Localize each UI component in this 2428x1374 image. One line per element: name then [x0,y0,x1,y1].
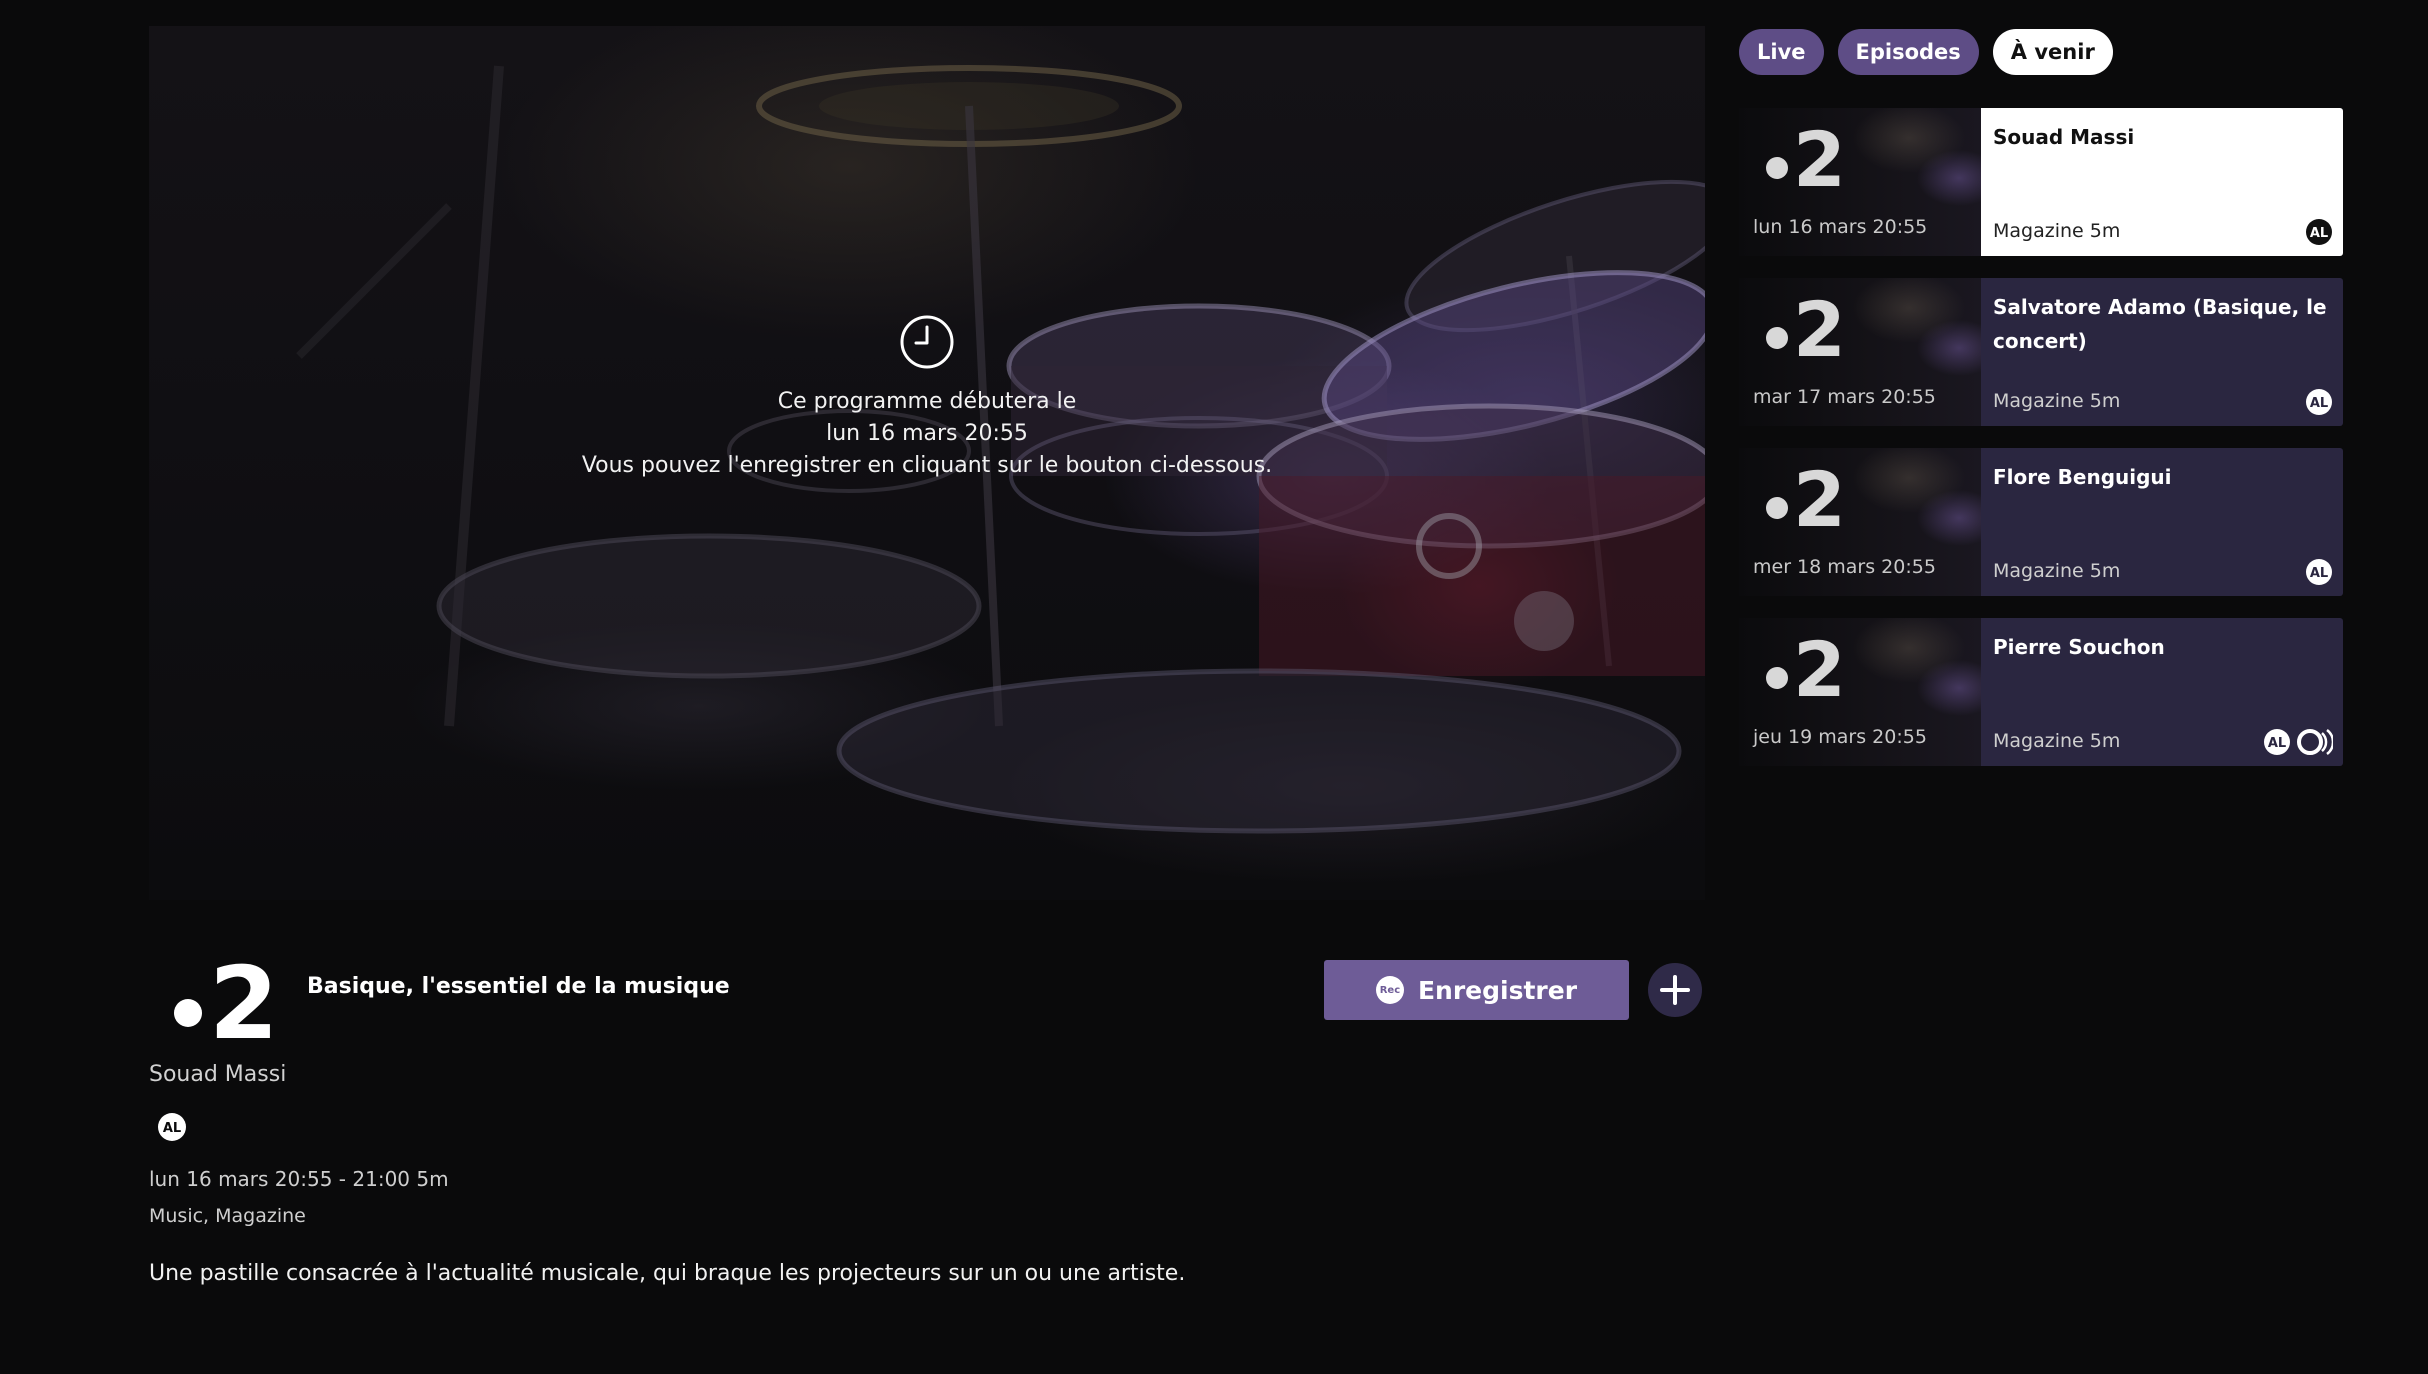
upcoming-card-pierre-souchon[interactable]: 2 jeu 19 mars 20:55 Pierre Souchon Magaz… [1739,618,2343,766]
card-badges: AL [2305,388,2333,416]
card-meta: Magazine 5m [1993,730,2121,752]
card-meta: Magazine 5m [1993,560,2121,582]
overlay-start-date: lun 16 mars 20:55 [826,421,1028,446]
svg-text:2: 2 [1793,118,1846,198]
svg-text:2: 2 [209,948,279,1048]
record-button-label: Enregistrer [1417,975,1578,1005]
card-info: Souad Massi Magazine 5m AL [1981,108,2343,256]
al-rating-icon: AL [158,1113,186,1141]
card-meta: Magazine 5m [1993,220,2121,242]
card-badges: AL [2263,728,2333,756]
card-thumbnail: 2 mer 18 mars 20:55 [1739,448,1981,596]
card-thumbnail: 2 mar 17 mars 20:55 [1739,278,1981,426]
record-button[interactable]: Rec Enregistrer [1324,960,1629,1020]
overlay-intro-text: Ce programme débutera le [777,389,1077,414]
card-thumbnail: 2 jeu 19 mars 20:55 [1739,618,1981,766]
video-player[interactable]: Ce programme débutera le lun 16 mars 20:… [149,26,1705,900]
page: Ce programme débutera le lun 16 mars 20:… [0,0,2428,1374]
episode-name: Souad Massi [149,1062,287,1087]
svg-text:AL: AL [2268,736,2286,751]
card-thumbnail: 2 lun 16 mars 20:55 [1739,108,1981,256]
overlay-record-hint: Vous pouvez l'enregistrer en cliquant su… [581,453,1273,478]
upcoming-list: 2 lun 16 mars 20:55 Souad Massi Magazine… [1739,108,2343,788]
upcoming-card-flore-benguigui[interactable]: 2 mer 18 mars 20:55 Flore Benguigui Maga… [1739,448,2343,596]
svg-text:2: 2 [1793,288,1846,368]
france-2-logo: 2 [1766,118,1846,198]
al-rating-icon: AL [2306,219,2332,245]
card-info: Flore Benguigui Magazine 5m AL [1981,448,2343,596]
tab-episodes[interactable]: Episodes [1837,29,1979,75]
card-info: Pierre Souchon Magazine 5m AL [1981,618,2343,766]
card-title: Souad Massi [1993,125,2135,149]
al-rating-icon: AL [2264,729,2290,755]
schedule-overlay: Ce programme débutera le lun 16 mars 20:… [149,26,1705,900]
al-rating-icon: AL [2306,389,2332,415]
tab-live[interactable]: Live [1739,29,1824,75]
al-rating-icon: AL [2306,559,2332,585]
card-date: mar 17 mars 20:55 [1753,386,1936,408]
program-genres: Music, Magazine [149,1205,306,1227]
svg-text:AL: AL [163,1121,181,1136]
program-description: Une pastille consacrée à l'actualité mus… [149,1261,1186,1286]
audio-description-icon [2297,729,2333,755]
card-info: Salvatore Adamo (Basique, le concert) Ma… [1981,278,2343,426]
upcoming-card-souad-massi[interactable]: 2 lun 16 mars 20:55 Souad Massi Magazine… [1739,108,2343,256]
rec-icon: Rec [1375,976,1404,1004]
svg-text:2: 2 [1793,458,1846,538]
svg-text:AL: AL [2310,566,2328,581]
france-2-channel-logo: 2 [174,948,279,1048]
card-date: lun 16 mars 20:55 [1753,216,1928,238]
svg-text:2: 2 [1793,628,1846,708]
svg-text:AL: AL [2310,226,2328,241]
card-title: Salvatore Adamo (Basique, le concert) [1993,295,2327,353]
card-meta: Magazine 5m [1993,390,2121,412]
tab-bar: Live Episodes À venir [1739,29,2113,75]
france-2-logo: 2 [1766,458,1846,538]
card-badges: AL [2305,218,2333,246]
card-badges: AL [2305,558,2333,586]
card-date: mer 18 mars 20:55 [1753,556,1936,578]
france-2-logo: 2 [1766,628,1846,708]
upcoming-card-salvatore-adamo[interactable]: 2 mar 17 mars 20:55 Salvatore Adamo (Bas… [1739,278,2343,426]
card-title: Pierre Souchon [1993,635,2165,659]
france-2-logo: 2 [1766,288,1846,368]
card-title: Flore Benguigui [1993,465,2172,489]
show-title: Basique, l'essentiel de la musique [307,974,730,999]
plus-icon [1660,975,1690,1005]
card-date: jeu 19 mars 20:55 [1753,726,1927,748]
tab-a-venir[interactable]: À venir [1992,29,2113,75]
clock-icon [900,315,954,369]
svg-text:AL: AL [2310,396,2328,411]
add-to-list-button[interactable] [1648,963,1702,1017]
program-schedule: lun 16 mars 20:55 - 21:00 5m [149,1167,449,1191]
